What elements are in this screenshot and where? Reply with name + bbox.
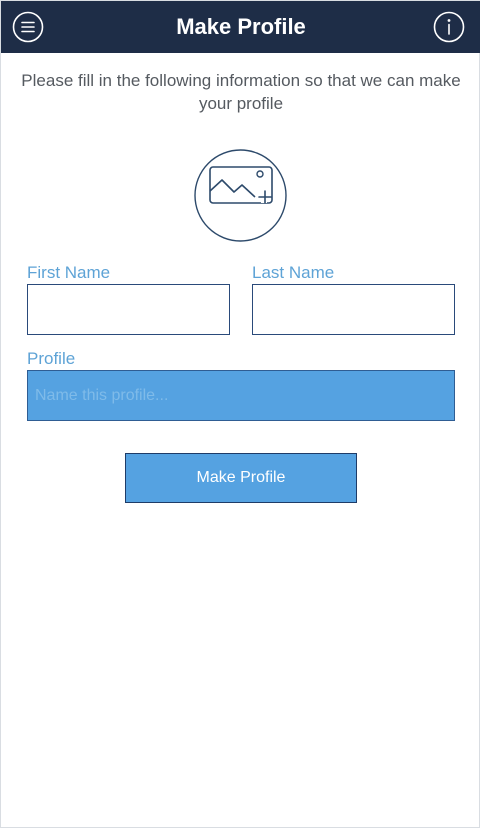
profile-name-input[interactable] — [27, 370, 455, 421]
intro-text: Please fill in the following information… — [21, 71, 461, 113]
info-button[interactable] — [433, 11, 465, 43]
screen: Make Profile Please fill in the followin… — [0, 0, 480, 828]
navigation-bar: Make Profile — [1, 1, 480, 53]
last-name-input[interactable] — [252, 284, 455, 335]
make-profile-button[interactable]: Make Profile — [125, 453, 357, 503]
first-name-label: First Name — [27, 263, 111, 282]
profile-label: Profile — [27, 349, 76, 368]
add-photo-icon — [194, 149, 287, 242]
first-name-input[interactable] — [27, 284, 230, 335]
page-title: Make Profile — [176, 14, 306, 39]
add-photo-button[interactable] — [194, 149, 287, 242]
info-icon — [433, 11, 465, 43]
last-name-label: Last Name — [252, 263, 335, 282]
